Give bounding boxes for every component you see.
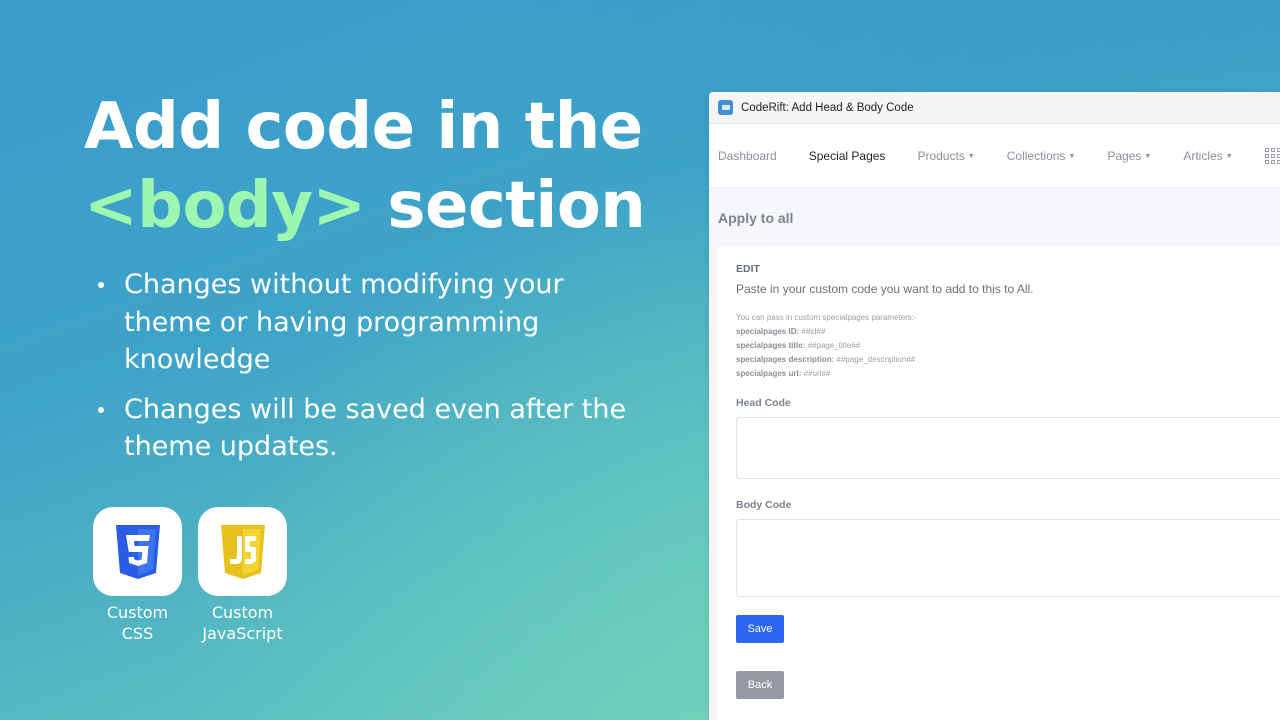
parameter-row: specialpages url: ##url## (736, 369, 831, 378)
feature-item: Changes without modifying your theme or … (96, 266, 656, 379)
body-code-input[interactable] (736, 519, 1280, 597)
page-title: Apply to all (718, 210, 794, 226)
parameter-row: specialpages description: ##page_descrip… (736, 355, 916, 364)
feature-tiles: Custom CSS Custom JavaScript (93, 507, 287, 644)
body-code-label: Body Code (736, 499, 792, 511)
nav-item-articles[interactable]: Articles ▼ (1183, 149, 1232, 163)
edit-label: EDIT (736, 263, 760, 275)
page-header: Apply to all (709, 188, 1280, 248)
back-button[interactable]: Back (736, 671, 784, 699)
tile-label: Custom JavaScript (202, 603, 283, 643)
tile-custom-javascript: Custom JavaScript (198, 507, 287, 644)
hero-title: Add code in the <body> section (84, 88, 646, 246)
caret-down-icon: ▼ (1225, 152, 1233, 160)
app-logo-icon (718, 100, 733, 115)
caret-down-icon: ▼ (1068, 152, 1076, 160)
hero-title-accent: <body> (84, 169, 366, 243)
caret-down-icon: ▼ (967, 152, 975, 160)
nav-item-pages[interactable]: Pages ▼ (1107, 149, 1151, 163)
window-title: CodeRift: Add Head & Body Code (741, 101, 914, 114)
edit-description: Paste in your custom code you want to ad… (736, 282, 1034, 296)
app-nav: Dashboard Special Pages Products ▼ Collec… (709, 124, 1280, 188)
javascript-icon (198, 507, 287, 596)
window-titlebar: CodeRift: Add Head & Body Code (709, 92, 1280, 124)
parameter-row: specialpages title: ##page_title## (736, 341, 861, 350)
css3-icon (93, 507, 182, 596)
head-code-label: Head Code (736, 397, 791, 409)
parameter-help: You can pass in custom specialpages para… (736, 311, 1268, 381)
parameter-row: specialpages ID: ##id## (736, 327, 826, 336)
save-button[interactable]: Save (736, 615, 784, 643)
feature-list: Changes without modifying your theme or … (96, 266, 656, 478)
edit-card: EDIT Paste in your custom code you want … (717, 246, 1280, 720)
nav-item-dashboard[interactable]: Dashboard (718, 149, 777, 163)
hero-title-line2: section (365, 169, 646, 243)
head-code-input[interactable] (736, 417, 1280, 479)
nav-item-special-pages[interactable]: Special Pages (809, 149, 886, 163)
tile-custom-css: Custom CSS (93, 507, 182, 644)
feature-item: Changes will be saved even after the the… (96, 391, 656, 466)
caret-down-icon: ▼ (1144, 152, 1152, 160)
nav-item-products[interactable]: Products ▼ (917, 149, 974, 163)
grid-menu-icon[interactable] (1264, 147, 1280, 164)
nav-item-collections[interactable]: Collections ▼ (1007, 149, 1076, 163)
parameter-intro: You can pass in custom specialpages para… (736, 313, 917, 322)
tile-label: Custom CSS (106, 603, 169, 643)
hero-title-line1: Add code in the (84, 90, 643, 164)
app-window: CodeRift: Add Head & Body Code Dashboard… (709, 92, 1280, 720)
